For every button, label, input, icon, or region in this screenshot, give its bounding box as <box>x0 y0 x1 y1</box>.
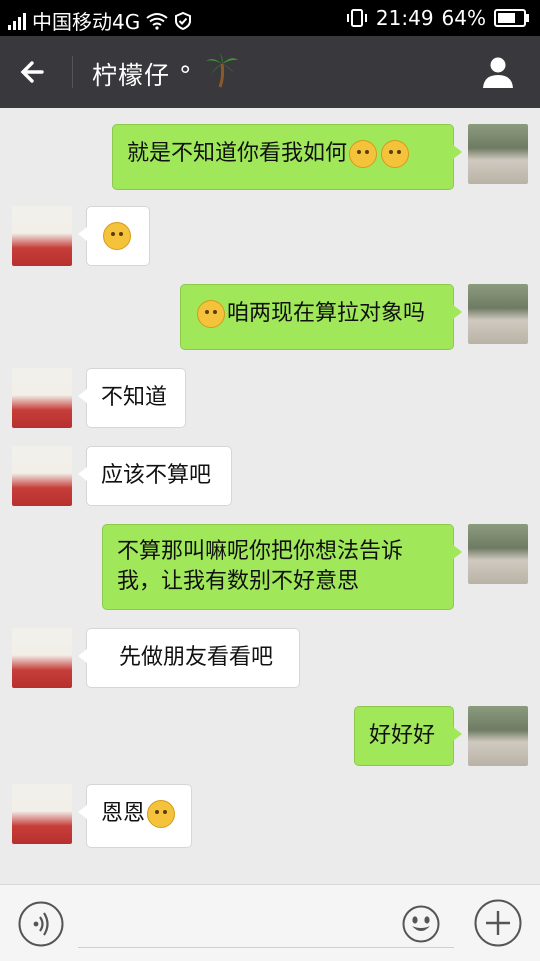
contact-name: 柠檬仔 ° <box>92 61 193 90</box>
message-text: 先做朋友看看吧 <box>119 645 274 670</box>
message-row: 应该不算吧 <box>0 430 540 510</box>
header-divider <box>72 56 73 88</box>
surprised-face-emoji <box>103 222 131 250</box>
shield-icon <box>175 11 192 30</box>
sweat-face-emoji <box>381 140 410 168</box>
message-bubble[interactable]: 恩恩 <box>78 784 192 848</box>
battery-percent: 64% <box>441 6 486 30</box>
message-bubble[interactable]: 应该不算吧 <box>78 446 232 506</box>
message-row: 恩恩 <box>0 768 540 858</box>
input-bar <box>0 884 540 961</box>
message-list[interactable]: 就是不知道你看我如何 咱两现在算拉对象吗 不知道 应该不算吧 不算那叫嘛呢你把你… <box>0 108 540 884</box>
contact-avatar[interactable] <box>12 784 72 844</box>
contact-avatar[interactable] <box>12 206 72 266</box>
message-text: 咱两现在算拉对象吗 <box>227 301 426 326</box>
message-bubble[interactable]: 不算那叫嘛呢你把你想法告诉我，让我有数别不好意思 <box>102 524 462 610</box>
my-avatar[interactable] <box>468 706 528 766</box>
person-icon[interactable] <box>478 52 518 92</box>
message-input[interactable] <box>78 903 458 945</box>
message-row <box>0 190 540 280</box>
grin-face-emoji <box>147 800 176 828</box>
message-bubble[interactable] <box>78 206 150 266</box>
signal-icon <box>8 12 26 30</box>
message-text: 不知道 <box>101 385 168 410</box>
contact-avatar[interactable] <box>12 368 72 428</box>
message-text: 好好好 <box>369 723 436 748</box>
message-row: 不知道 <box>0 352 540 432</box>
thinking-face-emoji <box>197 300 225 328</box>
carrier-label: 中国移动4G <box>32 10 141 34</box>
message-text: 恩恩 <box>101 801 146 826</box>
status-bar: 中国移动4G 21:49 64% <box>0 0 540 36</box>
message-bubble[interactable]: 就是不知道你看我如何 <box>112 124 462 190</box>
message-row: 先做朋友看看吧 <box>0 612 540 692</box>
palm-tree-icon <box>206 53 238 88</box>
input-underline <box>78 947 454 948</box>
wifi-icon <box>146 12 168 30</box>
clock: 21:49 <box>375 6 434 30</box>
message-row: 不算那叫嘛呢你把你想法告诉我，让我有数别不好意思 <box>0 508 540 618</box>
my-avatar[interactable] <box>468 124 528 184</box>
message-row: 咱两现在算拉对象吗 <box>0 268 540 358</box>
smiley-icon[interactable] <box>402 905 440 943</box>
contact-avatar[interactable] <box>12 628 72 688</box>
chat-header: 柠檬仔 ° <box>0 36 540 108</box>
message-bubble[interactable]: 好好好 <box>354 706 462 766</box>
message-bubble[interactable]: 先做朋友看看吧 <box>78 628 300 688</box>
my-avatar[interactable] <box>468 524 528 584</box>
arrow-left-icon[interactable] <box>14 52 54 92</box>
message-row: 好好好 <box>0 690 540 780</box>
voice-icon[interactable] <box>18 901 64 947</box>
battery-icon <box>494 9 529 27</box>
contact-avatar[interactable] <box>12 446 72 506</box>
vibrate-icon <box>346 9 367 27</box>
message-text: 就是不知道你看我如何 <box>127 141 348 166</box>
message-text: 不算那叫嘛呢你把你想法告诉我，让我有数别不好意思 <box>117 539 404 594</box>
plus-icon[interactable] <box>474 899 522 947</box>
message-text: 应该不算吧 <box>101 463 212 488</box>
message-row: 就是不知道你看我如何 <box>0 108 540 198</box>
my-avatar[interactable] <box>468 284 528 344</box>
sweat-face-emoji <box>349 140 378 168</box>
message-bubble[interactable]: 咱两现在算拉对象吗 <box>180 284 462 350</box>
message-bubble[interactable]: 不知道 <box>78 368 186 428</box>
